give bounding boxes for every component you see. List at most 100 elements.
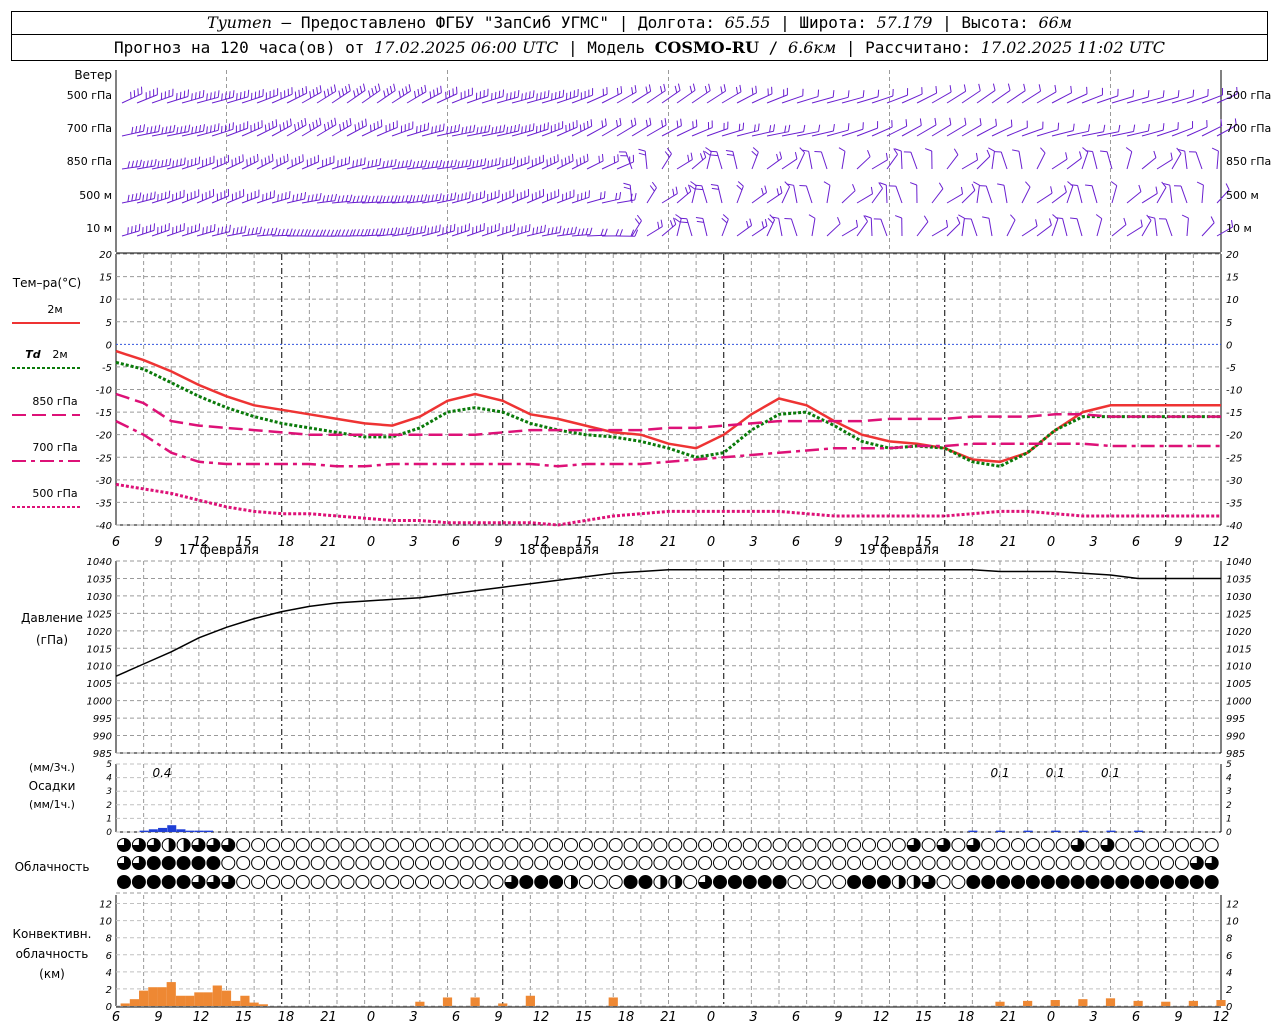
wind-barb-feather xyxy=(435,160,439,168)
cloud-symbol xyxy=(489,856,504,870)
wind-barb-feather xyxy=(476,127,479,135)
conv-tick-right: 8 xyxy=(1226,934,1232,945)
wind-barb-feather xyxy=(210,92,212,100)
wind-barb-feather xyxy=(199,124,202,133)
cloud-symbol xyxy=(578,838,593,852)
cloud-symbol xyxy=(280,856,295,870)
wind-barb xyxy=(631,124,652,137)
wind-barb-feather xyxy=(276,159,278,167)
wind-barb-feather xyxy=(390,159,393,167)
pres-tick-right: 1020 xyxy=(1226,627,1251,638)
x-tick-label: 18 xyxy=(618,1010,635,1024)
wind-barb xyxy=(766,219,776,237)
wind-barb-feather xyxy=(127,227,129,235)
wind-barb-feather xyxy=(949,85,952,93)
wind-barb-feather xyxy=(154,159,157,167)
wind-barb-feather xyxy=(536,226,539,234)
wind-barb xyxy=(256,196,275,204)
wind-barb-feather xyxy=(272,121,274,129)
precip-bar xyxy=(1078,830,1088,832)
wind-barb-feather xyxy=(307,195,310,203)
cloud-symbol xyxy=(295,875,310,889)
wind-barb xyxy=(1156,159,1173,170)
wind-barb-feather xyxy=(315,193,318,201)
wind-barb-feather xyxy=(855,219,858,227)
cloud-symbol xyxy=(787,856,802,870)
wind-barb-feather xyxy=(695,217,703,219)
wind-barb-feather xyxy=(420,194,424,202)
wind-barb-feather xyxy=(669,220,674,228)
wind-barb-feather xyxy=(423,123,426,131)
temp-tick-left: -40 xyxy=(96,521,112,532)
wind-barb-feather xyxy=(322,229,327,237)
cloud-symbol xyxy=(623,856,638,870)
wind-barb xyxy=(1091,185,1098,204)
wind-barb-feather xyxy=(259,226,262,234)
wind-barb xyxy=(661,125,682,137)
wind-barb-feather xyxy=(326,194,330,202)
wind-barb-feather xyxy=(183,157,186,165)
wind-barb xyxy=(1180,185,1188,204)
wind-barb xyxy=(970,218,978,237)
wind-barb xyxy=(121,93,143,104)
wind-barb-feather xyxy=(586,120,589,129)
wind-barb xyxy=(991,89,1011,104)
wind-barb-feather xyxy=(135,193,138,201)
wind-barb-feather xyxy=(532,90,535,98)
cloud-symbol xyxy=(1145,875,1160,889)
cloud-symbol xyxy=(504,856,519,870)
pres-tick-left: 1040 xyxy=(87,557,112,568)
cloud-symbol xyxy=(236,875,251,889)
conv-bar xyxy=(157,987,167,1006)
cloud-symbol xyxy=(385,875,400,889)
wind-barb-feather xyxy=(1162,123,1165,131)
wind-barb xyxy=(841,226,858,237)
precip-tick-right: 1 xyxy=(1226,814,1232,824)
cloud-symbol xyxy=(1100,875,1115,889)
wind-barb-feather xyxy=(517,90,520,98)
cloud-symbol xyxy=(280,875,295,889)
wind-barb xyxy=(571,160,589,170)
cloud-symbol xyxy=(370,838,385,852)
precip-tick-left: 2 xyxy=(106,801,112,811)
wind-barb xyxy=(701,185,708,204)
wind-barb-feather xyxy=(561,159,563,167)
wind-barb xyxy=(1021,225,1038,237)
cloud-symbol xyxy=(1174,856,1189,870)
conv-bar xyxy=(194,992,204,1006)
wind-barb-feather xyxy=(1010,214,1016,221)
pres-tick-left: 1015 xyxy=(87,644,112,655)
temp-title: Тем–ра(°C) xyxy=(12,276,81,290)
wind-barb-feather xyxy=(154,125,157,133)
wind-barb-feather xyxy=(725,150,733,152)
wind-barb xyxy=(751,225,768,237)
wind-barb-feather xyxy=(692,121,694,129)
wind-barb-feather xyxy=(264,124,267,132)
wind-barb-feather xyxy=(604,118,607,126)
wind-barb-feather xyxy=(264,157,267,165)
wind-barb-feather xyxy=(352,160,355,168)
wind-barb-feather xyxy=(409,159,412,167)
wind-barb xyxy=(121,230,140,237)
wind-barb-feather xyxy=(934,117,937,125)
wind-barb xyxy=(1186,218,1189,237)
precip-tick-right: 3 xyxy=(1226,787,1232,797)
wind-barb-feather xyxy=(757,123,760,131)
cloud-symbol xyxy=(266,838,280,852)
wind-barb-feather xyxy=(776,188,780,196)
wind-barb-feather xyxy=(1050,186,1053,194)
convective-bars xyxy=(120,982,1226,1006)
cloud-symbol xyxy=(385,856,400,870)
wind-barb xyxy=(961,90,981,104)
wind-barb-feather xyxy=(751,150,758,157)
wind-barb-feather xyxy=(847,90,850,98)
wind-barb xyxy=(271,197,290,204)
cloud-symbol xyxy=(862,856,876,870)
wind-barb-feather xyxy=(726,153,734,156)
wind-barb-feather xyxy=(495,126,498,134)
wind-level-right: 850 гПа xyxy=(1226,155,1271,168)
wind-barb-feather xyxy=(341,88,345,96)
cloud-symbol xyxy=(251,838,266,852)
pres-tick-right: 1015 xyxy=(1226,644,1251,655)
cloud-symbol xyxy=(1025,838,1040,852)
